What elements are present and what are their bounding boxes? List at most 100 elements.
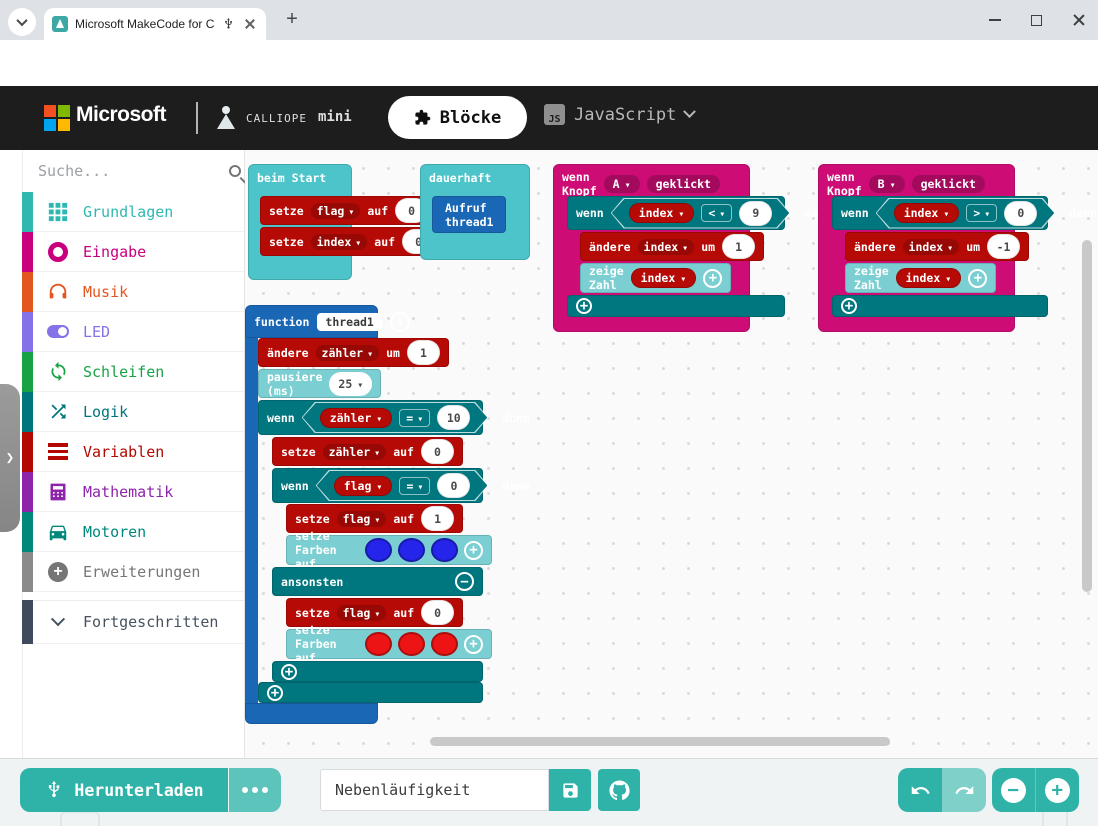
- if-b-footer[interactable]: [832, 295, 1048, 317]
- redo-button[interactable]: [942, 768, 986, 812]
- remove-else-minus-icon[interactable]: [455, 572, 474, 591]
- block-change-zaehler[interactable]: ändere zähler um 1: [258, 338, 449, 367]
- if-a-footer[interactable]: [567, 295, 785, 317]
- search-input[interactable]: [38, 162, 229, 180]
- variable-dropdown[interactable]: flag: [337, 605, 387, 621]
- value-input[interactable]: 1: [421, 506, 454, 531]
- led-color-swatch[interactable]: [431, 632, 458, 656]
- event-dropdown[interactable]: geklickt: [647, 175, 720, 193]
- condition-hexagon[interactable]: index < 9: [611, 198, 791, 229]
- save-button[interactable]: [549, 769, 591, 811]
- led-color-swatch[interactable]: [398, 538, 425, 562]
- value-input[interactable]: 10: [437, 405, 470, 430]
- value-input[interactable]: 0: [1004, 201, 1037, 226]
- zoom-out-button[interactable]: −: [992, 768, 1036, 812]
- github-button[interactable]: [598, 769, 640, 811]
- sidebar-item-schleifen[interactable]: Schleifen: [22, 352, 244, 392]
- tab-search-button[interactable]: [8, 8, 36, 36]
- download-options-button[interactable]: [229, 768, 281, 812]
- sidebar-item-eingabe[interactable]: Eingabe: [22, 232, 244, 272]
- variable-dropdown[interactable]: index: [896, 268, 962, 288]
- value-input[interactable]: -1: [987, 234, 1020, 259]
- variable-dropdown[interactable]: index: [311, 234, 368, 250]
- workspace-horizontal-scrollbar[interactable]: [430, 737, 890, 746]
- tab-close-icon[interactable]: [242, 16, 258, 32]
- block-set-colors-red[interactable]: setze Farben auf: [286, 629, 492, 659]
- block-change-index-b[interactable]: ändere index um -1: [845, 232, 1029, 261]
- collapse-icon[interactable]: [390, 312, 410, 332]
- add-else-plus-icon[interactable]: [281, 664, 297, 680]
- block-set-zaehler[interactable]: setze zähler auf 0: [272, 437, 463, 466]
- block-call-thread1[interactable]: Aufruf thread1: [432, 196, 506, 233]
- block-pause[interactable]: pausiere (ms) 25: [258, 369, 381, 398]
- variable-dropdown[interactable]: flag: [311, 203, 361, 219]
- block-show-number-b[interactable]: zeige Zahl index: [845, 263, 996, 293]
- sidebar-item-mathematik[interactable]: Mathematik: [22, 472, 244, 512]
- block-set-index[interactable]: setze index auf 0: [260, 227, 444, 256]
- function-name-input[interactable]: thread1: [317, 313, 381, 331]
- block-if-b[interactable]: wenn index > 0 dann: [832, 196, 1048, 230]
- sidebar-item-variablen[interactable]: Variablen: [22, 432, 244, 472]
- sidebar-item-led[interactable]: LED: [22, 312, 244, 352]
- undo-button[interactable]: [898, 768, 942, 812]
- block-show-number-a[interactable]: zeige Zahl index: [580, 263, 731, 293]
- block-if-a[interactable]: wenn index < 9 dann: [567, 196, 785, 230]
- add-else-plus-icon[interactable]: [267, 685, 283, 701]
- led-color-swatch[interactable]: [398, 632, 425, 656]
- function-header[interactable]: function thread1: [245, 305, 378, 338]
- add-else-plus-icon[interactable]: [841, 298, 857, 314]
- variable-dropdown[interactable]: zähler: [316, 345, 380, 361]
- block-if-flag[interactable]: wenn flag = 0 dann: [272, 468, 483, 503]
- add-else-plus-icon[interactable]: [576, 298, 592, 314]
- project-name-input[interactable]: [320, 769, 549, 811]
- sidebar-item-erweiterungen[interactable]: + Erweiterungen: [22, 552, 244, 592]
- window-close-button[interactable]: [1072, 13, 1086, 27]
- variable-dropdown[interactable]: index: [629, 203, 695, 223]
- search-icon[interactable]: [229, 165, 241, 177]
- button-dropdown[interactable]: A: [604, 175, 640, 193]
- value-input[interactable]: 0: [421, 600, 454, 625]
- block-else[interactable]: ansonsten: [272, 567, 483, 596]
- led-color-swatch[interactable]: [365, 538, 392, 562]
- variable-dropdown[interactable]: zähler: [323, 444, 387, 460]
- expand-plus-icon[interactable]: [968, 269, 987, 288]
- block-change-index-a[interactable]: ändere index um 1: [580, 232, 764, 261]
- download-button[interactable]: Herunterladen: [20, 768, 228, 812]
- condition-hexagon[interactable]: index > 0: [876, 198, 1056, 229]
- sidebar-item-fortgeschritten[interactable]: Fortgeschritten: [22, 600, 244, 644]
- button-dropdown[interactable]: B: [869, 175, 905, 193]
- sidebar-item-motoren[interactable]: Motoren: [22, 512, 244, 552]
- condition-hexagon[interactable]: flag = 0: [316, 470, 489, 501]
- variable-dropdown[interactable]: index: [903, 239, 960, 255]
- expand-plus-icon[interactable]: [703, 269, 722, 288]
- event-dropdown[interactable]: geklickt: [912, 175, 985, 193]
- sidebar-item-musik[interactable]: Musik: [22, 272, 244, 312]
- javascript-toggle-button[interactable]: JS JavaScript: [544, 104, 694, 125]
- window-minimize-button[interactable]: [989, 19, 1001, 21]
- variable-dropdown[interactable]: flag: [334, 476, 393, 496]
- operator-dropdown[interactable]: =: [399, 409, 430, 427]
- operator-dropdown[interactable]: =: [399, 477, 430, 495]
- expand-plus-icon[interactable]: [464, 541, 483, 560]
- variable-dropdown[interactable]: flag: [337, 511, 387, 527]
- block-if-zaehler[interactable]: wenn zähler = 10 dann: [258, 400, 483, 435]
- if-zaehler-footer[interactable]: [258, 682, 483, 703]
- variable-dropdown[interactable]: zähler: [320, 408, 393, 428]
- zoom-in-button[interactable]: +: [1036, 768, 1080, 812]
- variable-dropdown[interactable]: index: [638, 239, 695, 255]
- window-maximize-button[interactable]: [1031, 15, 1042, 26]
- operator-dropdown[interactable]: <: [701, 204, 732, 222]
- toolbox-flyout-handle[interactable]: ❯: [0, 384, 20, 532]
- condition-hexagon[interactable]: zähler = 10: [302, 402, 489, 433]
- block-set-flag[interactable]: setze flag auf 0: [260, 196, 437, 225]
- value-input[interactable]: 9: [739, 201, 772, 226]
- blocks-toggle-button[interactable]: Blöcke: [388, 96, 527, 139]
- value-input[interactable]: 1: [722, 234, 755, 259]
- sidebar-item-grundlagen[interactable]: Grundlagen: [22, 192, 244, 232]
- duration-dropdown[interactable]: 25: [329, 372, 372, 396]
- block-set-colors-blue[interactable]: setze Farben auf: [286, 535, 492, 565]
- value-input[interactable]: 0: [421, 439, 454, 464]
- variable-dropdown[interactable]: index: [894, 203, 960, 223]
- led-color-swatch[interactable]: [431, 538, 458, 562]
- sidebar-item-logik[interactable]: Logik: [22, 392, 244, 432]
